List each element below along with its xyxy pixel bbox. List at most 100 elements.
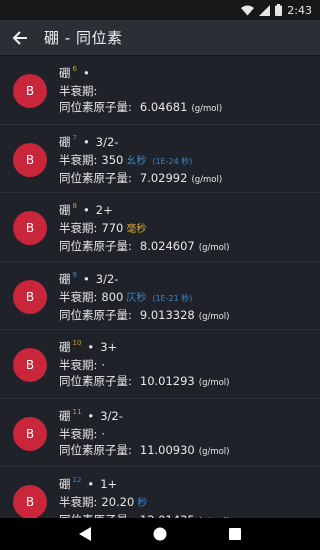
nuclear-spin: 3+ (100, 340, 118, 354)
separator-dot: • (82, 66, 90, 80)
isotope-header: 硼 8 • 2+ (59, 202, 229, 220)
atomic-mass-label: 同位素原子量: (59, 307, 132, 322)
half-life-line: 半衰期: 350 幺秒 (1E-24 秒) (59, 152, 222, 170)
half-life-unit: 幺秒 (126, 155, 147, 167)
half-life-label: 半衰期: (59, 358, 98, 372)
isotope-row[interactable]: B 硼 6 • 半衰期: 同位素原子量: 6.04681 (g/mol) (0, 56, 320, 125)
atomic-mass-line: 同位素原子量: 7.02992 (g/mol) (59, 170, 222, 188)
app-bar: 硼 - 同位素 (0, 20, 320, 56)
separator-dot: • (87, 340, 95, 354)
nuclear-spin: 1+ (100, 477, 118, 491)
atomic-mass-label: 同位素原子量: (59, 170, 132, 185)
element-symbol: 硼 (59, 340, 71, 354)
atomic-mass-unit: (g/mol) (198, 243, 230, 253)
atomic-mass-unit: (g/mol) (191, 104, 223, 114)
isotope-row[interactable]: B 硼 9 • 3/2- 半衰期: 800 仄秒 (1E-21 秒) 同位素原子… (0, 261, 320, 330)
isotope-header: 硼 9 • 3/2- (59, 271, 229, 289)
isotope-row[interactable]: B 硼 12 • 1+ 半衰期: 20.20 秒 同位素原子量: 12.0143… (0, 467, 320, 518)
mass-number: 9 (72, 270, 77, 279)
mass-number: 8 (72, 202, 77, 210)
atomic-mass-label: 同位素原子量: (59, 239, 132, 253)
isotope-header: 硼 6 • (59, 65, 222, 83)
separator-dot: • (82, 203, 90, 217)
element-symbol: 硼 (59, 203, 71, 217)
element-badge: B (13, 279, 47, 314)
atomic-mass-unit: (g/mol) (198, 311, 230, 322)
element-badge: B (13, 74, 47, 108)
mass-number: 10 (72, 339, 82, 347)
half-life-unit: 仄秒 (126, 292, 147, 304)
atomic-mass-value: 11.00930 (139, 442, 195, 457)
half-life-line: 半衰期: 770 毫秒 (59, 220, 229, 238)
isotope-header: 硼 11 • 3/2- (59, 408, 229, 426)
arrow-left-icon (12, 30, 27, 45)
nav-recents-button[interactable] (220, 522, 250, 546)
half-life-line: 半衰期: · (59, 426, 229, 442)
signal-icon (259, 4, 271, 16)
element-symbol: 硼 (59, 66, 71, 80)
atomic-mass-line: 同位素原子量: 10.01293 (g/mol) (59, 373, 229, 391)
atomic-mass-label: 同位素原子量: (59, 442, 132, 457)
atomic-mass-line: 同位素原子量: 8.024607 (g/mol) (59, 238, 229, 256)
atomic-mass-unit: (g/mol) (198, 446, 230, 457)
nuclear-spin: 3/2- (100, 408, 123, 423)
nuclear-spin: 3/2- (95, 271, 119, 286)
mass-number: 7 (72, 133, 77, 142)
half-life-line: 半衰期: 800 仄秒 (1E-21 秒) (59, 289, 229, 307)
isotope-row[interactable]: B 硼 10 • 3+ 半衰期: · 同位素原子量: 10.01293 (g/m… (0, 330, 320, 399)
element-symbol: 硼 (59, 408, 71, 423)
element-symbol: 硼 (59, 271, 71, 286)
isotope-row[interactable]: B 硼 11 • 3/2- 半衰期: · 同位素原子量: 11.00930 (g… (0, 398, 320, 467)
half-life-label: 半衰期: (59, 152, 98, 167)
atomic-mass-label: 同位素原子量: (59, 374, 132, 388)
element-badge: B (13, 142, 47, 177)
isotope-list[interactable]: B 硼 6 • 半衰期: 同位素原子量: 6.04681 (g/mol) B 硼… (0, 56, 320, 518)
half-life-seconds: (1E-24 秒) (152, 156, 193, 166)
element-symbol: 硼 (59, 134, 71, 149)
isotope-header: 硼 7 • 3/2- (59, 134, 222, 152)
atomic-mass-value: 6.04681 (139, 100, 188, 114)
isotope-header: 硼 12 • 1+ (59, 476, 229, 494)
mass-number: 11 (72, 407, 82, 416)
atomic-mass-value: 7.02992 (139, 170, 188, 185)
half-life-label: 半衰期: (59, 289, 98, 304)
wifi-icon (241, 5, 255, 16)
atomic-mass-value: 9.013328 (139, 307, 195, 322)
nav-home-button[interactable] (145, 522, 175, 546)
half-life-line: 半衰期: (59, 83, 222, 99)
isotope-header: 硼 10 • 3+ (59, 339, 229, 357)
half-life-label: 半衰期: (59, 84, 98, 98)
atomic-mass-label: 同位素原子量: (59, 100, 132, 114)
atomic-mass-unit: (g/mol) (191, 174, 223, 185)
half-life-label: 半衰期: (59, 426, 98, 441)
status-bar: 2:43 (0, 0, 320, 20)
element-badge: B (13, 348, 47, 382)
page-title: 硼 - 同位素 (44, 29, 123, 47)
half-life-value: 350 (101, 152, 124, 167)
atomic-mass-line: 同位素原子量: 11.00930 (g/mol) (59, 442, 229, 460)
separator-dot: • (87, 477, 95, 491)
half-life-value: 770 (101, 221, 124, 235)
separator-dot: • (82, 134, 90, 149)
nav-back-button[interactable] (70, 522, 100, 546)
battery-icon (275, 4, 283, 16)
circle-home-icon (153, 527, 167, 541)
status-time: 2:43 (287, 3, 312, 17)
element-badge: B (13, 211, 47, 245)
square-recents-icon (228, 528, 241, 540)
separator-dot: • (82, 271, 90, 286)
half-life-line: 半衰期: · (59, 357, 229, 373)
half-life-value: · (101, 426, 106, 441)
atomic-mass-line: 同位素原子量: 6.04681 (g/mol) (59, 99, 222, 117)
isotope-row[interactable]: B 硼 8 • 2+ 半衰期: 770 毫秒 同位素原子量: 8.024607 … (0, 193, 320, 262)
nuclear-spin: 3/2- (95, 134, 119, 149)
atomic-mass-unit: (g/mol) (198, 378, 230, 388)
mass-number: 6 (72, 65, 77, 73)
isotope-row[interactable]: B 硼 7 • 3/2- 半衰期: 350 幺秒 (1E-24 秒) 同位素原子… (0, 124, 320, 193)
back-button[interactable] (0, 20, 40, 56)
half-life-label: 半衰期: (59, 221, 98, 235)
half-life-value: 800 (101, 289, 124, 304)
half-life-label: 半衰期: (59, 495, 98, 509)
atomic-mass-value: 8.024607 (139, 239, 195, 253)
half-life-unit: 毫秒 (126, 224, 147, 235)
